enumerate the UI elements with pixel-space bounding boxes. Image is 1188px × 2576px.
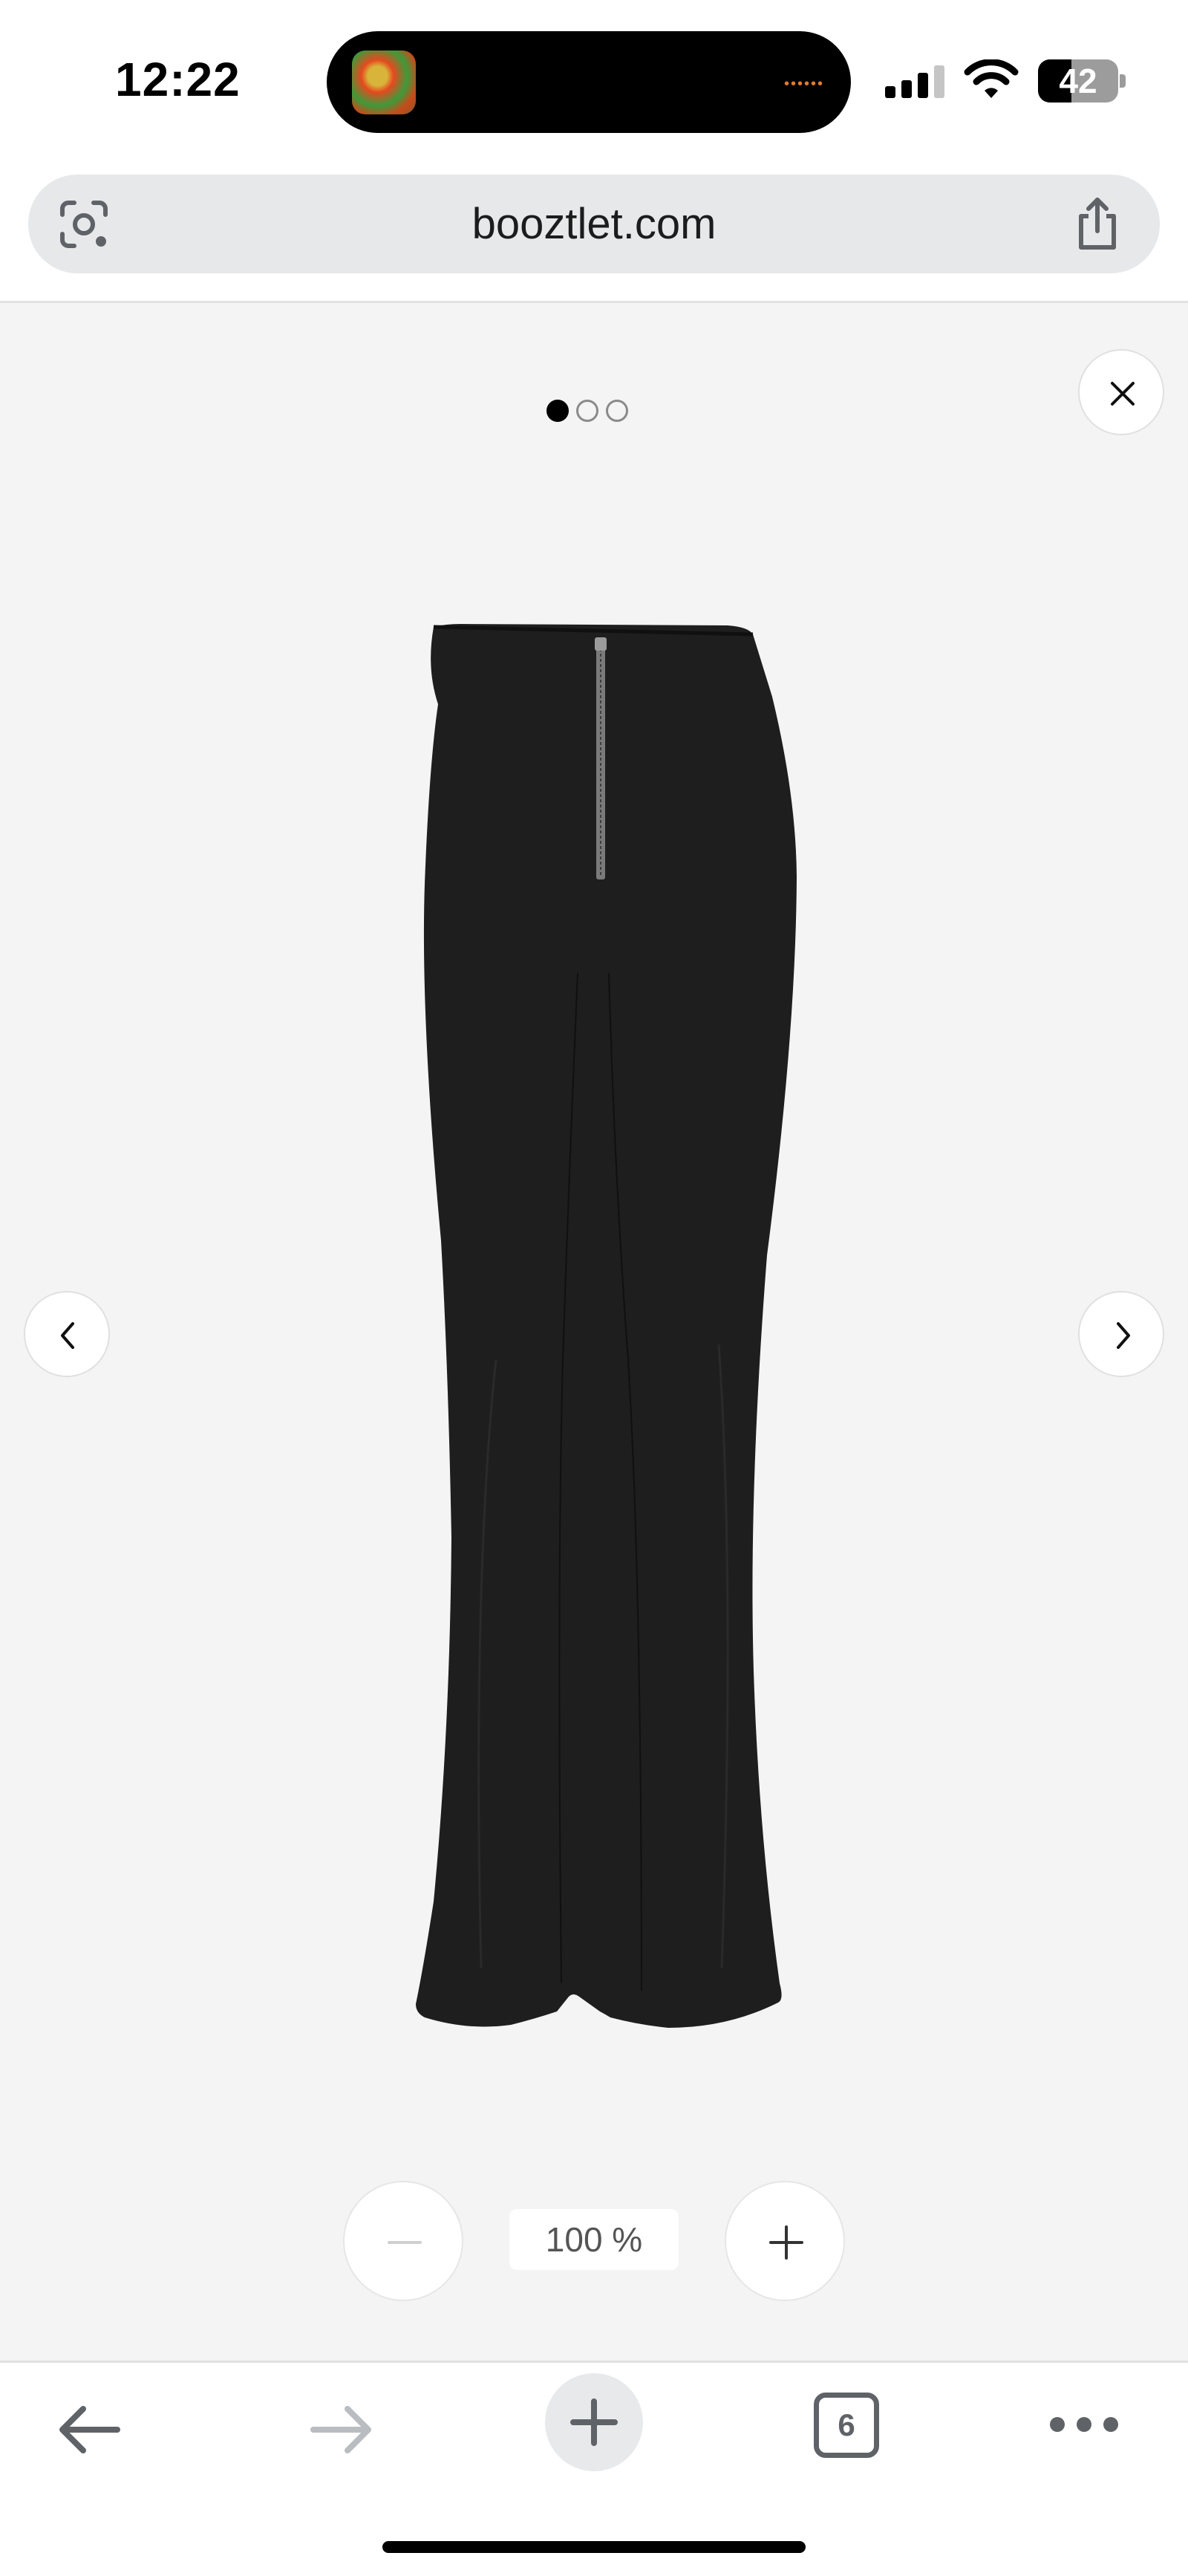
product-image[interactable]	[386, 617, 802, 2058]
chevron-left-icon	[61, 1322, 74, 1349]
close-viewer-button[interactable]	[1078, 349, 1164, 435]
battery-icon: 42	[1038, 59, 1126, 103]
zoom-level: 100 %	[509, 2209, 679, 2270]
previous-image-button[interactable]	[24, 1291, 110, 1377]
new-tab-plus-icon	[570, 2398, 618, 2446]
new-tab-button[interactable]	[545, 2373, 643, 2471]
tab-count: 6	[838, 2407, 855, 2442]
tab-switcher-button[interactable]: 6	[814, 2393, 879, 2458]
pager-dot[interactable]	[606, 400, 628, 422]
url-text[interactable]: booztlet.com	[28, 175, 1160, 273]
more-dots-icon[interactable]	[1047, 2413, 1121, 2436]
dynamic-island[interactable]: ••••••	[327, 31, 851, 133]
status-bar: 12:22 •••••• 42	[0, 0, 1188, 163]
pager-dot[interactable]	[576, 400, 598, 422]
close-icon	[1111, 382, 1135, 406]
back-arrow-icon[interactable]	[53, 2394, 125, 2465]
app-activity-icon[interactable]	[352, 51, 416, 114]
plus-icon	[769, 2225, 803, 2260]
zoom-out-button[interactable]	[343, 2181, 463, 2301]
activity-dots-icon: ••••••	[783, 76, 824, 92]
battery-percent: 42	[1059, 62, 1097, 100]
zoom-in-button[interactable]	[725, 2181, 845, 2301]
image-pager[interactable]	[546, 400, 636, 425]
wifi-icon	[964, 59, 1019, 98]
share-icon[interactable]	[1074, 195, 1121, 252]
chevron-right-icon	[1117, 1322, 1130, 1349]
minus-icon	[388, 2241, 422, 2244]
forward-arrow-icon[interactable]	[306, 2394, 377, 2465]
home-indicator[interactable]	[382, 2541, 806, 2553]
image-viewer: 100 %	[0, 303, 1188, 2361]
next-image-button[interactable]	[1078, 1291, 1164, 1377]
address-bar[interactable]: booztlet.com	[28, 175, 1160, 273]
cellular-signal-icon	[885, 65, 944, 98]
status-time: 12:22	[115, 53, 241, 106]
pager-dot[interactable]	[546, 400, 569, 422]
